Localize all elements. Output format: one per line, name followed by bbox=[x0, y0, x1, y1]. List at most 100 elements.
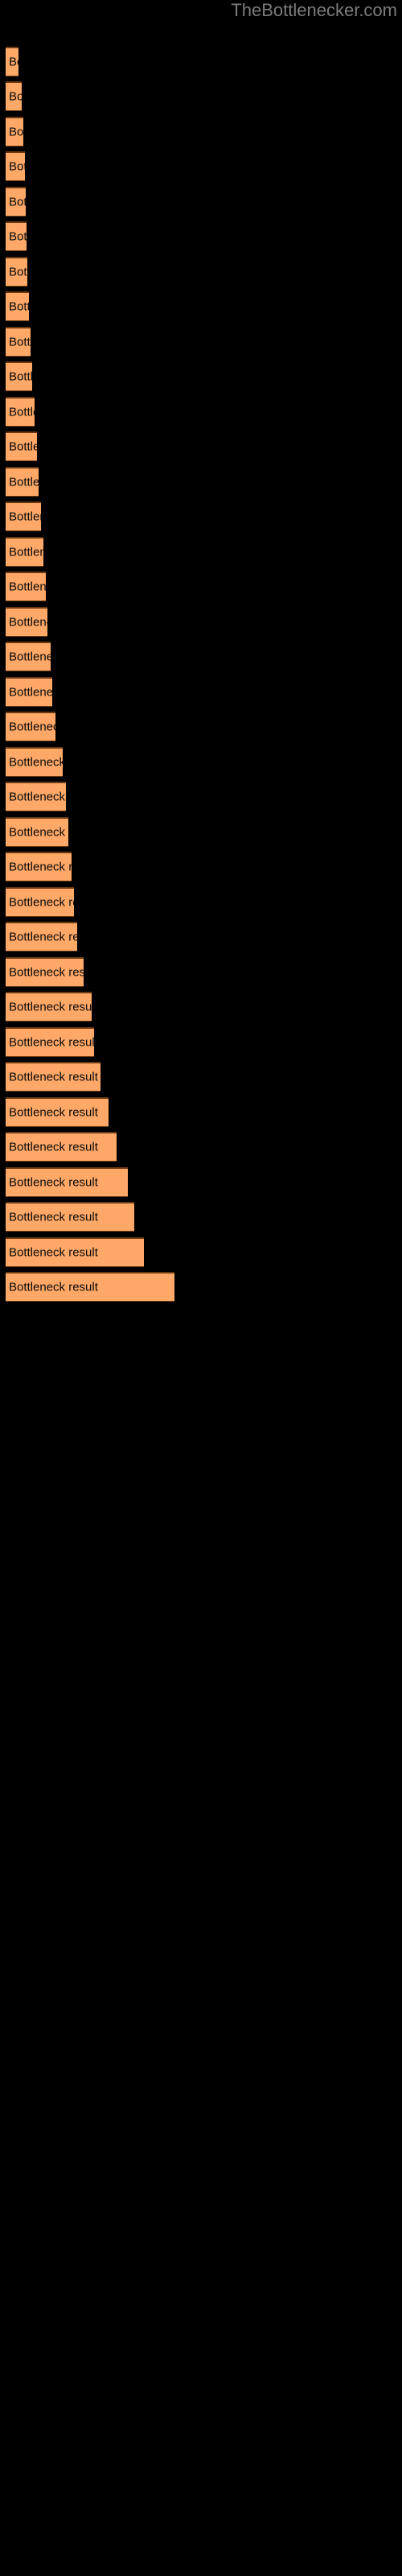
bar-row: Bottleneck result bbox=[0, 712, 402, 741]
bar[interactable]: Bottleneck result bbox=[6, 151, 25, 181]
bar[interactable]: Bottleneck result bbox=[6, 257, 27, 287]
bar-label: Bottleneck result bbox=[9, 650, 51, 664]
bar-row: Bottleneck result bbox=[0, 642, 402, 671]
bar-label: Bottleneck result bbox=[9, 195, 26, 209]
bar[interactable]: Bottleneck result bbox=[6, 81, 22, 111]
bar-label: Bottleneck result bbox=[9, 790, 66, 804]
bar[interactable]: Bottleneck result bbox=[6, 187, 26, 217]
bar-label: Bottleneck result bbox=[9, 229, 27, 244]
bar[interactable]: Bottleneck result bbox=[6, 467, 39, 497]
bar[interactable]: Bottleneck result bbox=[6, 817, 68, 847]
bar-row: Bottleneck result bbox=[0, 677, 402, 707]
bar[interactable]: Bottleneck result bbox=[6, 1062, 100, 1092]
bar[interactable]: Bottleneck result bbox=[6, 1167, 128, 1197]
bar-label: Bottleneck result bbox=[9, 1280, 98, 1294]
bar-label: Bottleneck result bbox=[9, 265, 27, 279]
bar-row: Bottleneck result bbox=[0, 117, 402, 147]
bar[interactable]: Bottleneck result bbox=[6, 537, 43, 567]
bar[interactable]: Bottleneck result bbox=[6, 677, 52, 707]
bar[interactable]: Bottleneck result bbox=[6, 607, 47, 637]
bar-row: Bottleneck result bbox=[0, 151, 402, 181]
bar[interactable]: Bottleneck result bbox=[6, 1202, 134, 1232]
bar[interactable]: Bottleneck result bbox=[6, 117, 23, 147]
bar[interactable]: Bottleneck result bbox=[6, 957, 84, 987]
bar[interactable]: Bottleneck result bbox=[6, 782, 66, 811]
bar[interactable]: Bottleneck result bbox=[6, 1237, 144, 1267]
bar[interactable]: Bottleneck result bbox=[6, 1027, 94, 1057]
bar-row: Bottleneck result bbox=[0, 1097, 402, 1127]
bar-label: Bottleneck result bbox=[9, 89, 22, 104]
bar-row: Bottleneck result bbox=[0, 887, 402, 917]
bar-label: Bottleneck result bbox=[9, 299, 29, 314]
bar-row: Bottleneck result bbox=[0, 431, 402, 461]
bar-row: Bottleneck result bbox=[0, 537, 402, 567]
bar-row: Bottleneck result bbox=[0, 817, 402, 847]
bar-row: Bottleneck result bbox=[0, 922, 402, 952]
bar-row: Bottleneck result bbox=[0, 397, 402, 427]
bar[interactable]: Bottleneck result bbox=[6, 327, 31, 357]
bar[interactable]: Bottleneck result bbox=[6, 992, 92, 1022]
bar-row: Bottleneck result bbox=[0, 361, 402, 391]
bar-row: Bottleneck result bbox=[0, 291, 402, 321]
bar-label: Bottleneck result bbox=[9, 510, 41, 524]
bar-label: Bottleneck result bbox=[9, 755, 63, 770]
bar[interactable]: Bottleneck result bbox=[6, 291, 29, 321]
bar[interactable]: Bottleneck result bbox=[6, 747, 63, 777]
bar[interactable]: Bottleneck result bbox=[6, 712, 55, 741]
bar-label: Bottleneck result bbox=[9, 475, 39, 489]
bar-row: Bottleneck result bbox=[0, 852, 402, 881]
bar-row: Bottleneck result bbox=[0, 502, 402, 531]
bar-row: Bottleneck result bbox=[0, 607, 402, 637]
bar[interactable]: Bottleneck result bbox=[6, 502, 41, 531]
bar-row: Bottleneck result bbox=[0, 1062, 402, 1092]
bar-row: Bottleneck result bbox=[0, 572, 402, 601]
bar[interactable]: Bottleneck result bbox=[6, 1272, 174, 1302]
bar-row: Bottleneck result bbox=[0, 1132, 402, 1162]
bar-label: Bottleneck result bbox=[9, 965, 84, 980]
bar[interactable]: Bottleneck result bbox=[6, 922, 77, 952]
bar-label: Bottleneck result bbox=[9, 895, 74, 910]
bar-label: Bottleneck result bbox=[9, 1105, 98, 1120]
bar-label: Bottleneck result bbox=[9, 860, 72, 874]
bar[interactable]: Bottleneck result bbox=[6, 887, 74, 917]
bar-label: Bottleneck result bbox=[9, 1210, 98, 1224]
bar[interactable]: Bottleneck result bbox=[6, 1132, 117, 1162]
bar[interactable]: Bottleneck result bbox=[6, 572, 46, 601]
bar-label: Bottleneck result bbox=[9, 1070, 98, 1084]
bar-label: Bottleneck result bbox=[9, 580, 46, 594]
bar-row: Bottleneck result bbox=[0, 81, 402, 111]
bar-row: Bottleneck result bbox=[0, 1202, 402, 1232]
bar-label: Bottleneck result bbox=[9, 1035, 94, 1050]
bar-row: Bottleneck result bbox=[0, 187, 402, 217]
bar[interactable]: Bottleneck result bbox=[6, 397, 35, 427]
bar-label: Bottleneck result bbox=[9, 1245, 98, 1260]
bar[interactable]: Bottleneck result bbox=[6, 47, 18, 76]
bar-row: Bottleneck result bbox=[0, 1167, 402, 1197]
bar[interactable]: Bottleneck result bbox=[6, 642, 51, 671]
bar-row: Bottleneck result bbox=[0, 327, 402, 357]
bar[interactable]: Bottleneck result bbox=[6, 431, 37, 461]
bar-label: Bottleneck result bbox=[9, 1140, 98, 1154]
bar-row: Bottleneck result bbox=[0, 1272, 402, 1302]
bar-chart-plot-area: Bottleneck result Bottleneck result Bottle… bbox=[0, 0, 402, 2576]
bar-label: Bottleneck result bbox=[9, 1000, 92, 1014]
bar[interactable]: Bottleneck result bbox=[6, 1097, 109, 1127]
bar-row: Bottleneck result bbox=[0, 747, 402, 777]
bar[interactable]: Bottleneck result bbox=[6, 361, 32, 391]
bar[interactable]: Bottleneck result bbox=[6, 852, 72, 881]
bar-label: Bottleneck result bbox=[9, 685, 52, 700]
bar-row: Bottleneck result bbox=[0, 782, 402, 811]
bar-row: Bottleneck result bbox=[0, 992, 402, 1022]
bar-label: Bottleneck result bbox=[9, 1175, 98, 1190]
bar-label: Bottleneck result bbox=[9, 405, 35, 419]
bar-label: Bottleneck result bbox=[9, 615, 47, 630]
bar-row: Bottleneck result bbox=[0, 467, 402, 497]
bar-label: Bottleneck result bbox=[9, 55, 18, 69]
bar-row: Bottleneck result bbox=[0, 221, 402, 251]
bar-row: Bottleneck result bbox=[0, 1027, 402, 1057]
bar-label: Bottleneck result bbox=[9, 545, 43, 559]
bar-label: Bottleneck result bbox=[9, 159, 25, 174]
bar-label: Bottleneck result bbox=[9, 720, 55, 734]
bar-label: Bottleneck result bbox=[9, 825, 68, 840]
bar[interactable]: Bottleneck result bbox=[6, 221, 27, 251]
